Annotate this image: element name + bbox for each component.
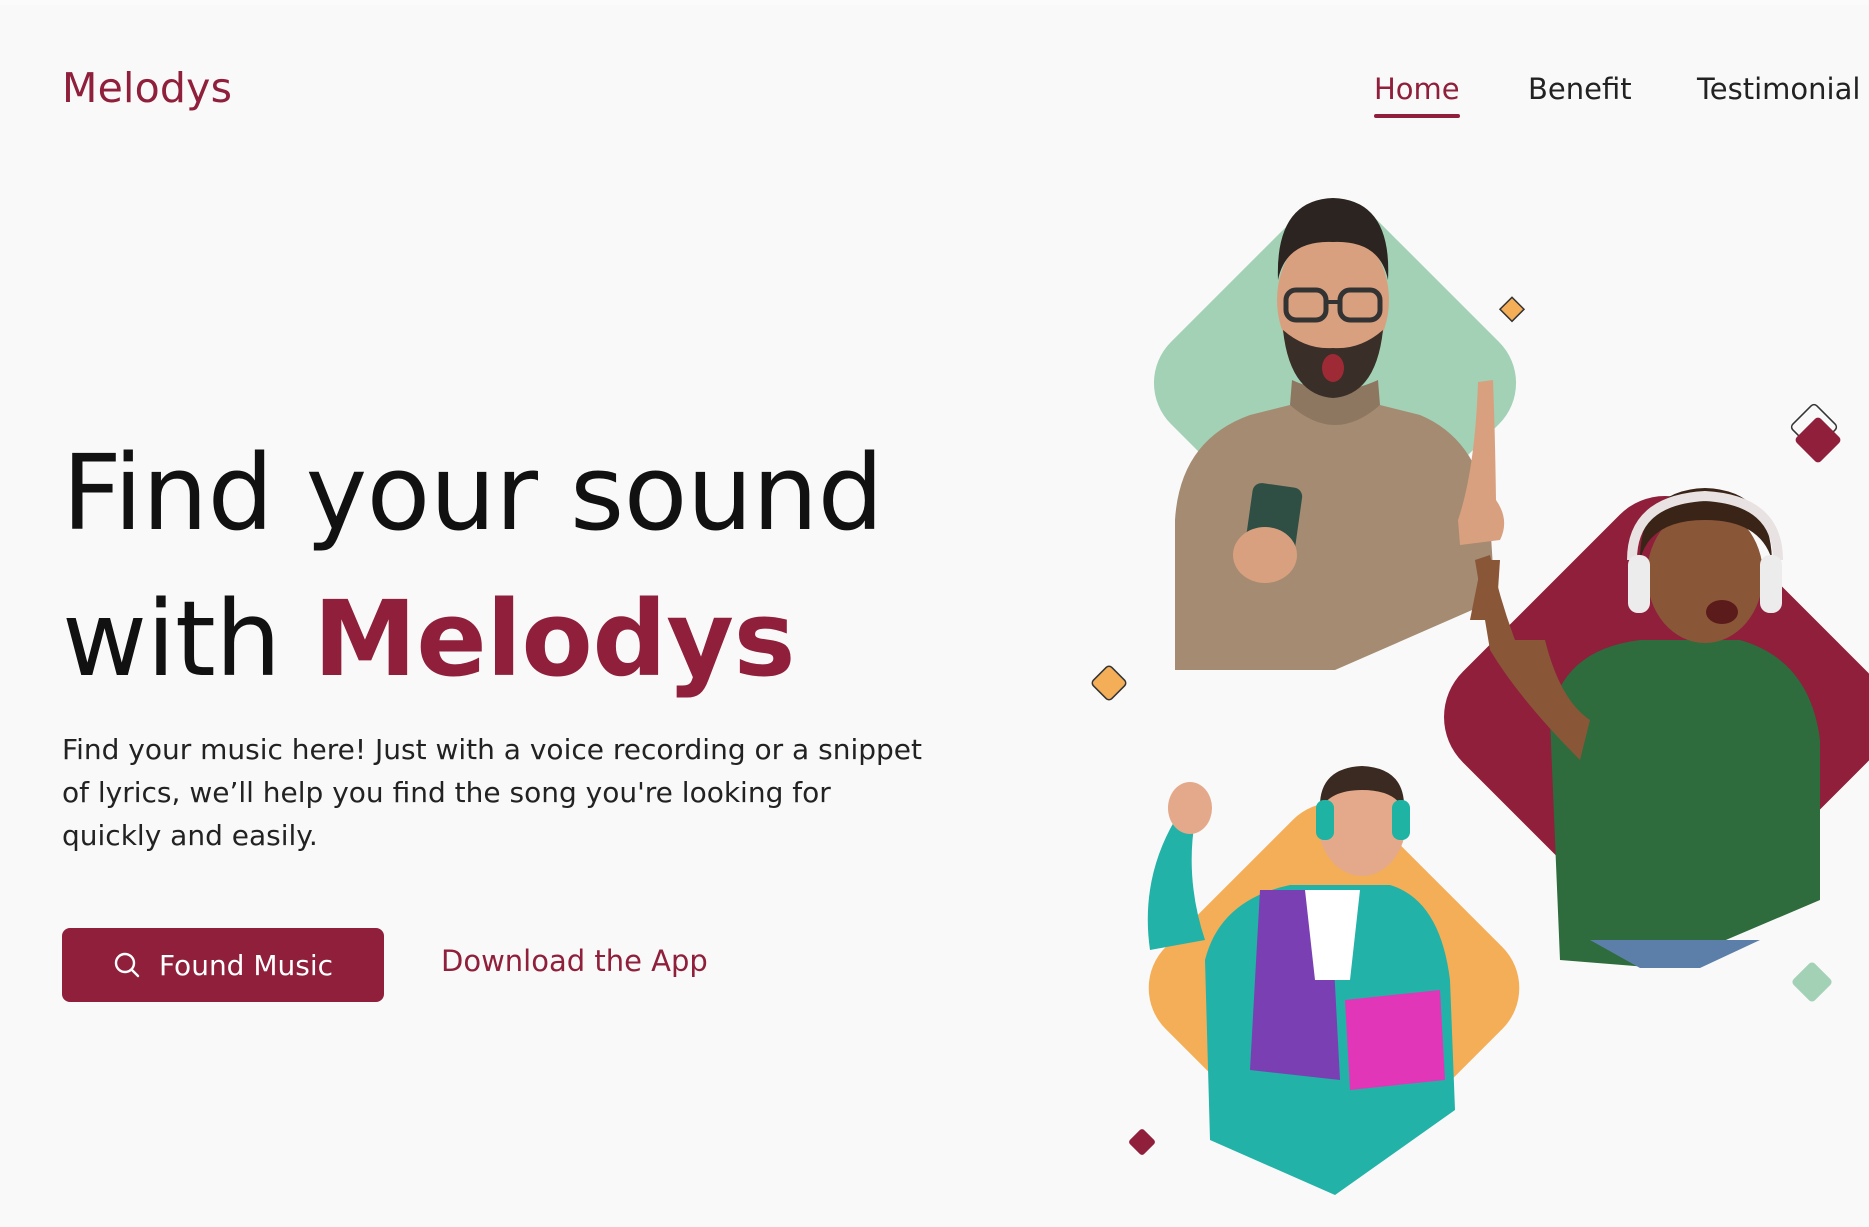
brand-logo[interactable]: Melodys <box>62 64 232 112</box>
landing-page: Melodys Home Benefit Testimonial Find yo… <box>0 0 1869 1227</box>
decor-diamond-orange-left <box>1091 665 1127 701</box>
nav-item-testimonial[interactable]: Testimonial <box>1697 72 1860 106</box>
hero-description: Find your music here! Just with a voice … <box>62 733 922 852</box>
hero-title: Find your sound with Melodys <box>62 420 884 712</box>
hero-title-line1: Find your sound <box>62 432 884 554</box>
nav-item-home[interactable]: Home <box>1374 72 1460 106</box>
orange-diamond-card <box>1148 802 1520 1174</box>
decor-diamond-orange-small <box>1498 296 1526 323</box>
decor-diamond-red-outlined <box>1790 403 1841 463</box>
decor-diamond-red-small <box>1129 1129 1155 1155</box>
green-diamond-card <box>1153 201 1517 565</box>
hero-title-line2-prefix: with <box>62 578 314 700</box>
person-photo-man-windbreaker <box>1147 766 1455 1195</box>
search-icon <box>113 951 141 979</box>
red-diamond-card <box>1444 496 1869 938</box>
found-music-label: Found Music <box>158 948 334 982</box>
person-photo-woman-headphones <box>1470 488 1820 968</box>
decor-diamond-green-small <box>1792 962 1832 1002</box>
download-app-link[interactable]: Download the App <box>441 944 708 978</box>
top-border <box>0 0 1869 5</box>
nav-active-indicator <box>1374 114 1460 118</box>
nav-item-benefit[interactable]: Benefit <box>1528 72 1632 106</box>
person-photo-man-glasses <box>1175 198 1505 670</box>
found-music-button[interactable]: Found Music <box>62 928 384 1002</box>
hero-title-brand: Melodys <box>313 578 795 700</box>
